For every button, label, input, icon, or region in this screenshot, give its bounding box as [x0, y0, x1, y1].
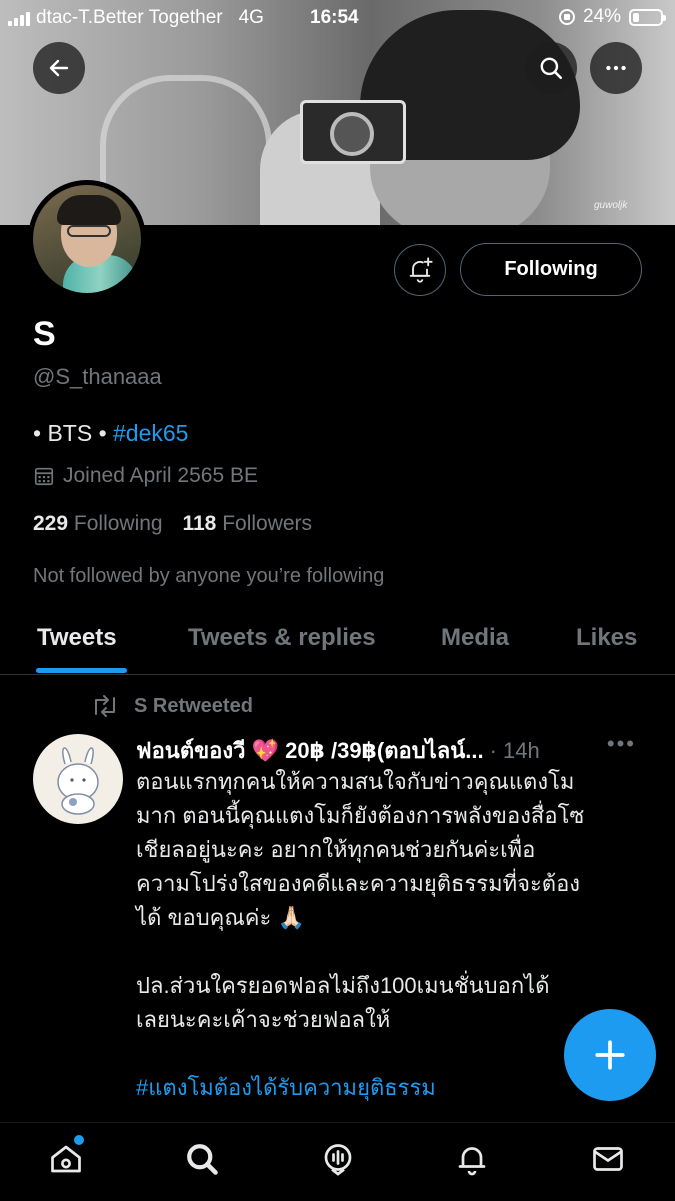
more-icon	[606, 65, 626, 71]
profile-handle: @S_thanaaa	[33, 364, 162, 389]
followers-label: Followers	[222, 512, 313, 535]
search-button[interactable]	[525, 42, 577, 94]
followers-count: 118	[182, 512, 217, 535]
clock: 16:54	[310, 7, 359, 28]
more-button[interactable]	[590, 42, 642, 94]
bottom-nav	[0, 1122, 675, 1201]
messages-icon	[593, 1147, 623, 1171]
tweet-author-avatar[interactable]	[33, 734, 123, 824]
calendar-icon	[34, 467, 54, 486]
signal-icon	[8, 10, 30, 26]
followers-link[interactable]: 118 Followers	[182, 512, 312, 535]
carrier-label: dtac-T.Better Together	[36, 7, 223, 28]
active-tab-indicator	[36, 668, 127, 673]
profile-bio: • BTS • #dek65	[33, 420, 188, 447]
following-label: Following	[73, 512, 163, 535]
tweet-line: ตอนแรกทุกคนให้ความสนใจกับข่าวคุณแตงโม	[136, 769, 575, 794]
tab-tweets-replies[interactable]: Tweets & replies	[188, 624, 376, 652]
bio-text: • BTS •	[33, 420, 107, 446]
compose-plus-icon	[595, 1040, 625, 1070]
tweet-more-button[interactable]: •••	[607, 731, 636, 757]
retweet-icon	[95, 695, 115, 717]
battery-icon	[629, 8, 666, 26]
tweet-line: ได้ ขอบคุณค่ะ 🙏🏻	[136, 905, 305, 930]
nav-messages[interactable]	[588, 1139, 628, 1179]
bunny-illustration	[57, 747, 99, 815]
battery-percent: 24%	[582, 6, 621, 27]
profile-tabs: Tweets Tweets & replies Media Likes	[0, 614, 675, 675]
retweet-label: S Retweeted	[134, 694, 253, 717]
tweet-line: ปล.ส่วนใครยอดฟอลไม่ถึง100เมนชั่นบอกได้	[136, 973, 550, 998]
back-arrow-icon	[49, 59, 69, 77]
profile-name: S	[33, 315, 56, 353]
tweet-header: ฟอนต์ของวี 💖 20฿ /39฿(ตอบไลน์... · 14h •…	[136, 731, 636, 768]
tweet-line: เชียลอยู่นะคะ อยากให้ทุกคนช่วยกันค่ะเพื่…	[136, 837, 536, 862]
tweet-line: ความโปร่งใสของคดีและความยุติธรรมที่จะต้อ…	[136, 871, 581, 896]
notifications-icon	[458, 1147, 486, 1176]
joined-label: Joined April 2565 BE	[63, 464, 258, 487]
follow-counts: 229 Following 118 Followers	[33, 512, 312, 536]
banner-watermark: guwoljk	[594, 200, 628, 211]
tab-likes[interactable]: Likes	[576, 624, 637, 652]
following-count: 229	[33, 512, 69, 535]
network-label: 4G	[238, 7, 264, 28]
tab-media[interactable]: Media	[441, 624, 509, 652]
back-button[interactable]	[33, 42, 85, 94]
search-icon	[540, 57, 563, 80]
bell-plus-icon	[409, 257, 433, 283]
nav-home[interactable]	[46, 1135, 86, 1179]
status-bar: dtac-T.Better Together 4G 16:54 24%	[0, 0, 675, 36]
home-unread-dot	[74, 1135, 84, 1145]
following-button[interactable]: Following	[460, 243, 642, 296]
tweet-time[interactable]: · 14h	[490, 738, 540, 764]
tab-tweets[interactable]: Tweets	[37, 624, 117, 652]
rotation-lock-icon	[558, 9, 575, 25]
tweet-line: มาก ตอนนี้คุณแตงโมก็ยังต้องการพลังของสื่…	[136, 803, 585, 828]
tweet-author-name[interactable]: ฟอนต์ของวี 💖 20฿ /39฿(ตอบไลน์...	[136, 733, 484, 768]
home-icon	[51, 1145, 81, 1173]
notify-button[interactable]	[394, 244, 446, 296]
bio-hashtag-link[interactable]: #dek65	[113, 420, 188, 446]
nav-spaces[interactable]	[318, 1139, 358, 1179]
following-link[interactable]: 229 Following	[33, 512, 163, 535]
nav-notifications[interactable]	[452, 1139, 492, 1179]
profile-avatar[interactable]	[28, 180, 146, 298]
search-icon	[187, 1144, 218, 1175]
retweet-indicator: S Retweeted	[90, 694, 253, 718]
nav-search[interactable]	[182, 1139, 222, 1179]
joined-date: Joined April 2565 BE	[33, 464, 258, 488]
not-followed-note: Not followed by anyone you’re following	[33, 565, 385, 587]
compose-tweet-button[interactable]	[564, 1009, 656, 1101]
spaces-icon	[324, 1144, 352, 1176]
banner-camera-lens	[330, 112, 374, 156]
